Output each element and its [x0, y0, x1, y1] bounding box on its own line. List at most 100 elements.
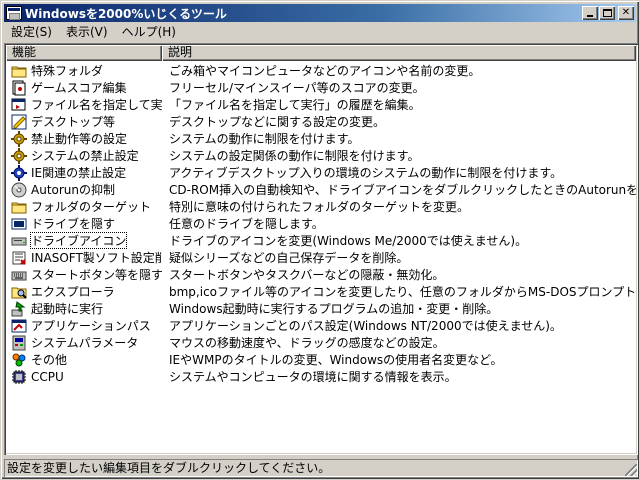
list-item-function: スタートボタン等を隠す: [6, 266, 162, 283]
list-item[interactable]: フォルダのターゲット 特別に意味の付けられたフォルダのターゲットを変更。: [6, 198, 636, 215]
list-item-description: 任意のドライブを隠します。: [169, 217, 324, 231]
list-item[interactable]: アプリケーションパス アプリケーションごとのパス設定(Windows NT/200…: [6, 317, 636, 334]
list-item-label: ファイル名を指定して実行: [31, 98, 162, 112]
list-item-label: Autorunの抑制: [31, 183, 116, 197]
list-item[interactable]: システムパラメータ マウスの移動速度や、ドラッグの感度などの設定。: [6, 334, 636, 351]
list-item[interactable]: ドライブアイコン ドライブのアイコンを変更(Windows Me/2000では使え…: [6, 232, 636, 249]
list-rows: 特殊フォルダ ごみ箱やマイコンピュータなどのアイコンや名前の変更。 ゲームスコア編集…: [6, 62, 636, 385]
startup-icon: [11, 300, 27, 317]
app-path-icon: [11, 318, 27, 334]
list-item[interactable]: Autorunの抑制 CD-ROM挿入の自動検知や、ドライブアイコンをダブルクリッ…: [6, 181, 636, 198]
list-item-description: システムの動作に制限を付けます。: [169, 132, 360, 146]
column-header-function[interactable]: 機能: [6, 45, 162, 61]
gear-ie-icon: [11, 164, 27, 181]
list-item[interactable]: スタートボタン等を隠す スタートボタンやタスクバーなどの隠蔽・無効化。: [6, 266, 636, 283]
list-item-label: CCPU: [31, 369, 64, 384]
list-item-function: デスクトップ等: [6, 113, 162, 130]
window-title: Windowsを2000%いじくるツール: [25, 6, 227, 21]
maximize-button[interactable]: [599, 6, 615, 20]
list-item[interactable]: 起動時に実行 Windows起動時に実行するプログラムの追加・変更・削除。: [6, 300, 636, 317]
list-item-label: システムパラメータ: [31, 336, 139, 350]
app-icon[interactable]: [6, 6, 22, 20]
list-item-function: 特殊フォルダ: [6, 62, 162, 79]
list-item[interactable]: IE関連の禁止設定 アクティブデスクトップ入りの環境のシステムの動作に制限を付けま…: [6, 164, 636, 181]
gear-icon: [11, 147, 27, 164]
column-header-description[interactable]: 説明: [162, 45, 636, 61]
list-item[interactable]: ファイル名を指定して実行 「ファイル名を指定して実行」の履歴を編集。: [6, 96, 636, 113]
menu-settings[interactable]: 設定(S): [4, 23, 59, 41]
list-item-description: アプリケーションごとのパス設定(Windows NT/2000では使えません)。: [169, 319, 562, 333]
status-text: 設定を変更したい編集項目をダブルクリックしてください。: [7, 461, 331, 475]
close-button[interactable]: ✕: [618, 6, 634, 20]
cpu-icon: [11, 369, 27, 385]
drive-icon: [11, 233, 27, 249]
folder-icon: [11, 63, 27, 79]
list-item[interactable]: ドライブを隠す 任意のドライブを隠します。: [6, 215, 636, 232]
list-item-function: ドライブアイコン: [6, 232, 162, 249]
cards-icon: [11, 80, 27, 96]
list-item[interactable]: システムの禁止設定 システムの設定関係の動作に制限を付けます。: [6, 147, 636, 164]
main-window: Windowsを2000%いじくるツール ✕ 設定(S) 表示(V) ヘルプ(H…: [0, 0, 640, 480]
list-item-function: CCPU: [6, 369, 162, 385]
list-item[interactable]: エクスプローラ bmp,icoファイル等のアイコンを変更したり、任意のフォルダから…: [6, 283, 636, 300]
menu-help[interactable]: ヘルプ(H): [115, 23, 183, 41]
list-item-function: 禁止動作等の設定: [6, 130, 162, 147]
maximize-icon: [602, 9, 612, 17]
list-item-label: ドライブアイコン: [30, 232, 128, 249]
list-item-description: 疑似シリーズなどの自己保存データを削除。: [169, 251, 409, 265]
function-list[interactable]: 機能 説明 特殊フォルダ ごみ箱やマイコンピュータなどのアイコンや名前の変更。 ゲー…: [4, 43, 638, 455]
window-controls: ✕: [581, 6, 634, 20]
list-item-description: アクティブデスクトップ入りの環境のシステムの動作に制限を付けます。: [169, 166, 563, 180]
inasoft-icon: [11, 250, 27, 266]
list-item-description: システムやコンピュータの環境に関する情報を表示。: [169, 370, 457, 384]
list-item-function: 起動時に実行: [6, 300, 162, 317]
explorer-icon: [11, 284, 27, 300]
list-item-label: フォルダのターゲット: [31, 200, 152, 214]
minimize-button[interactable]: [582, 6, 598, 20]
list-item-description: bmp,icoファイル等のアイコンを変更したり、任意のフォルダからMS-DOSプ…: [169, 285, 636, 299]
list-item[interactable]: その他 IEやWMPのタイトルの変更、Windowsの使用者名変更など。: [6, 351, 636, 368]
list-item-function: IE関連の禁止設定: [6, 164, 162, 181]
list-item[interactable]: デスクトップ等 デスクトップなどに関する設定の変更。: [6, 113, 636, 130]
list-item-label: ドライブを隠す: [31, 217, 116, 231]
gear-icon: [11, 130, 27, 147]
list-item-label: 特殊フォルダ: [31, 64, 104, 78]
menu-view[interactable]: 表示(V): [59, 23, 115, 41]
list-item-function: Autorunの抑制: [6, 181, 162, 198]
list-item-description: 特別に意味の付けられたフォルダのターゲットを変更。: [169, 200, 470, 214]
list-item[interactable]: INASOFT製ソフト設定削除疑似シリーズなどの自己保存データを削除。: [6, 249, 636, 266]
list-item-description: ドライブのアイコンを変更(Windows Me/2000では使えません)。: [169, 234, 528, 248]
list-item-function: フォルダのターゲット: [6, 198, 162, 215]
list-item-function: アプリケーションパス: [6, 317, 162, 334]
list-item-label: INASOFT製ソフト設定削除: [31, 251, 162, 265]
resize-grip[interactable]: [625, 464, 637, 476]
list-item-description: ごみ箱やマイコンピュータなどのアイコンや名前の変更。: [169, 64, 481, 78]
list-item-description: Windows起動時に実行するプログラムの追加・変更・削除。: [169, 302, 499, 316]
list-item[interactable]: 禁止動作等の設定 システムの動作に制限を付けます。: [6, 130, 636, 147]
list-item-function: ファイル名を指定して実行: [6, 96, 162, 113]
list-item-label: ゲームスコア編集: [31, 81, 127, 95]
list-item-function: ドライブを隠す: [6, 215, 162, 232]
list-item-label: スタートボタン等を隠す: [31, 268, 162, 282]
list-item-label: デスクトップ等: [31, 115, 116, 129]
cd-icon: [11, 182, 27, 198]
keyboard-icon: [11, 267, 27, 283]
system-params-icon: [11, 335, 27, 351]
list-item-description: CD-ROM挿入の自動検知や、ドライブアイコンをダブルクリックしたときのAuto…: [169, 183, 636, 197]
desktop-icon: [11, 114, 27, 130]
list-item-label: その他: [31, 353, 68, 367]
list-item-label: IE関連の禁止設定: [31, 166, 127, 180]
list-item-label: 起動時に実行: [31, 302, 104, 316]
list-item-function: システムの禁止設定: [6, 147, 162, 164]
list-item[interactable]: CCPU システムやコンピュータの環境に関する情報を表示。: [6, 368, 636, 385]
list-item[interactable]: ゲームスコア編集 フリーセル/マインスイーパ等のスコアの変更。: [6, 79, 636, 96]
status-bar: 設定を変更したい編集項目をダブルクリックしてください。: [4, 459, 638, 477]
minimize-icon: [587, 15, 593, 17]
list-item-function: エクスプローラ: [6, 283, 162, 300]
close-icon: ✕: [621, 7, 631, 18]
title-bar[interactable]: Windowsを2000%いじくるツール ✕: [4, 4, 636, 22]
list-item[interactable]: 特殊フォルダ ごみ箱やマイコンピュータなどのアイコンや名前の変更。: [6, 62, 636, 79]
list-item-label: エクスプローラ: [31, 285, 115, 299]
misc-icon: [11, 352, 27, 368]
list-item-function: ゲームスコア編集: [6, 79, 162, 96]
